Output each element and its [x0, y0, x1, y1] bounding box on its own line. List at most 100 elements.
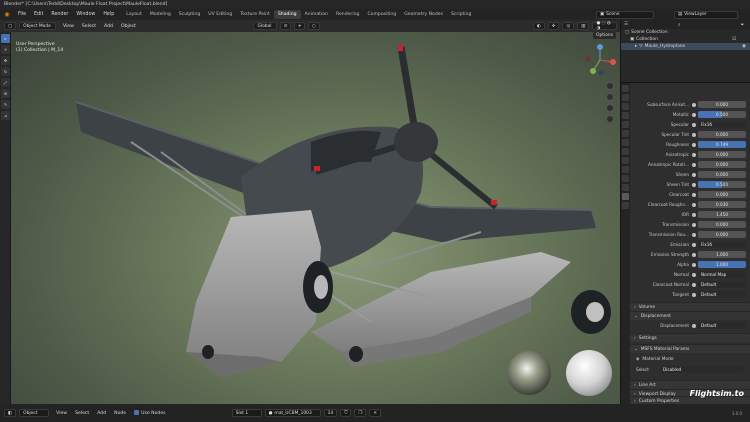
node-menu-add[interactable]: Add	[93, 411, 110, 416]
view-layer-tab-icon[interactable]	[622, 112, 629, 119]
prop-field[interactable]: 0.000	[698, 171, 746, 178]
viewport-gizmo-icon[interactable]: ✣	[547, 22, 560, 30]
constraints-tab-icon[interactable]	[622, 175, 629, 182]
filter-icon[interactable]: ⏷	[741, 22, 745, 28]
node-menu-view[interactable]: View	[52, 411, 71, 416]
prop-field[interactable]: 1.450	[698, 211, 746, 218]
measure-tool-icon[interactable]: ⊿	[1, 111, 10, 120]
prop-field[interactable]: Fix16	[698, 121, 746, 128]
fake-user-shield-icon[interactable]: ⛉	[340, 409, 352, 417]
editor-type-node-icon[interactable]: ◧	[4, 409, 17, 417]
unlink-material-icon[interactable]: ✕	[369, 409, 382, 417]
workspace-tab-compositing[interactable]: Compositing	[363, 12, 400, 17]
panel-line-art[interactable]: › Line Art	[630, 380, 750, 389]
panel-settings[interactable]: › Settings	[630, 333, 750, 342]
view-layer-selector[interactable]: ▤ ViewLayer	[674, 10, 738, 19]
perspective-toggle-icon[interactable]	[606, 115, 614, 123]
outliner-search-icon[interactable]: ⌕	[678, 22, 681, 28]
header-menu-add[interactable]: Add	[100, 24, 117, 29]
tool-tab-icon[interactable]	[622, 85, 629, 92]
prop-field[interactable]: 0.000	[698, 101, 746, 108]
object-tab-icon[interactable]	[622, 139, 629, 146]
annotate-tool-icon[interactable]: ✎	[1, 100, 10, 109]
duplicate-material-icon[interactable]: ❐	[354, 409, 367, 417]
prop-field[interactable]: Normal Map	[698, 271, 746, 278]
prop-field[interactable]: Fix16	[698, 241, 746, 248]
menu-render[interactable]: Render	[47, 12, 72, 17]
workspace-tab-layout[interactable]: Layout	[122, 12, 146, 17]
prop-field[interactable]: 0.000	[698, 191, 746, 198]
transform-orientation-selector[interactable]: Global	[253, 22, 277, 30]
panel-displacement[interactable]: ⌄ Displacement	[630, 311, 750, 320]
data-tab-icon[interactable]	[622, 184, 629, 191]
outliner-row-scene-collection[interactable]: ▢ Scene Collection	[621, 29, 750, 36]
prop-field[interactable]: 0.500	[698, 111, 746, 118]
node-menu-select[interactable]: Select	[71, 411, 93, 416]
expand-arrow-icon[interactable]: ▸	[635, 44, 637, 49]
node-menu-node[interactable]: Node	[110, 411, 130, 416]
prop-field[interactable]: 0.500	[698, 181, 746, 188]
workspace-tab-rendering[interactable]: Rendering	[332, 12, 363, 17]
texture-tab-icon[interactable]	[622, 202, 629, 209]
outliner-editor-icon[interactable]: ☰	[624, 22, 628, 27]
world-tab-icon[interactable]	[622, 130, 629, 137]
prop-field[interactable]: 1.000	[698, 251, 746, 258]
pivot-icon[interactable]: ⊙	[279, 22, 292, 30]
scene-selector[interactable]: ▣ Scene	[596, 10, 654, 19]
menu-help[interactable]: Help	[99, 12, 118, 17]
header-menu-select[interactable]: Select	[78, 24, 100, 29]
select-dropdown[interactable]: Disabled	[660, 366, 744, 373]
prop-field[interactable]: 0.000	[698, 131, 746, 138]
workspace-tab-uv-editing[interactable]: UV Editing	[204, 12, 236, 17]
prop-field[interactable]: 0.030	[698, 201, 746, 208]
prop-field[interactable]: 0.000	[698, 161, 746, 168]
overlay-icon[interactable]: ◎	[562, 22, 575, 30]
transform-tool-icon[interactable]: ⊞	[1, 89, 10, 98]
checkbox-icon[interactable]: ☑	[732, 37, 736, 42]
particles-tab-icon[interactable]	[622, 157, 629, 164]
material-users-count[interactable]: 14	[323, 409, 338, 417]
panel-volume[interactable]: › Volume	[630, 302, 750, 311]
menu-edit[interactable]: Edit	[30, 12, 47, 17]
editor-type-button[interactable]: ▢	[4, 22, 17, 30]
zoom-icon[interactable]	[606, 82, 614, 90]
workspace-tab-animation[interactable]: Animation	[301, 12, 332, 17]
viewport-visibility-icon[interactable]: ◐	[532, 22, 545, 30]
rotate-tool-icon[interactable]: ↻	[1, 67, 10, 76]
workspace-tab-geometry-nodes[interactable]: Geometry Nodes	[400, 12, 447, 17]
mode-selector[interactable]: Object Mode	[19, 22, 56, 30]
camera-view-icon[interactable]	[606, 104, 614, 112]
prop-field[interactable]: Default	[698, 322, 746, 329]
prop-field[interactable]: Default	[698, 281, 746, 288]
outliner-row-collection[interactable]: ▣ Collection ☑	[621, 36, 750, 43]
select-box-tool-icon[interactable]: ▸	[1, 34, 10, 43]
modifier-tab-icon[interactable]	[622, 148, 629, 155]
visibility-eye-icon[interactable]: ◉	[742, 44, 746, 49]
workspace-tab-modeling[interactable]: Modeling	[146, 12, 175, 17]
menu-window[interactable]: Window	[72, 12, 99, 17]
workspace-tab-shading[interactable]: Shading	[273, 10, 301, 19]
move-tool-icon[interactable]: ✥	[1, 56, 10, 65]
prop-field[interactable]: Default	[698, 291, 746, 298]
shading-mode-icons[interactable]: ● ◌ ◍ ◑	[592, 21, 617, 31]
pan-hand-icon[interactable]	[606, 93, 614, 101]
navigation-gizmo[interactable]	[584, 44, 616, 76]
snap-icon[interactable]: ⌖	[294, 22, 305, 30]
material-tab-icon[interactable]	[622, 193, 629, 200]
workspace-tab-texture-paint[interactable]: Texture Paint	[236, 12, 274, 17]
material-slot-selector[interactable]: Slot 1	[231, 409, 262, 417]
render-tab-icon[interactable]	[622, 94, 629, 101]
scale-tool-icon[interactable]: ⤢	[1, 78, 10, 87]
scene-tab-icon[interactable]	[622, 121, 629, 128]
viewport-options-button[interactable]: Options	[593, 32, 616, 39]
outliner-row-maule-hydroplane[interactable]: ▸ ▽ Maule_Hydroplane ◉	[621, 43, 750, 50]
output-tab-icon[interactable]	[622, 103, 629, 110]
xray-icon[interactable]: ▥	[577, 22, 590, 30]
use-nodes-toggle[interactable]: Use Nodes	[130, 410, 169, 416]
prop-field[interactable]: 1.000	[698, 261, 746, 268]
proportional-edit-icon[interactable]: ○	[307, 22, 320, 30]
workspace-tab-sculpting[interactable]: Sculpting	[175, 12, 204, 17]
blender-logo-icon[interactable]: ◉	[0, 9, 14, 20]
panel-msfs-material-params[interactable]: ⌄ MSFS Material Params	[630, 344, 750, 353]
physics-tab-icon[interactable]	[622, 166, 629, 173]
